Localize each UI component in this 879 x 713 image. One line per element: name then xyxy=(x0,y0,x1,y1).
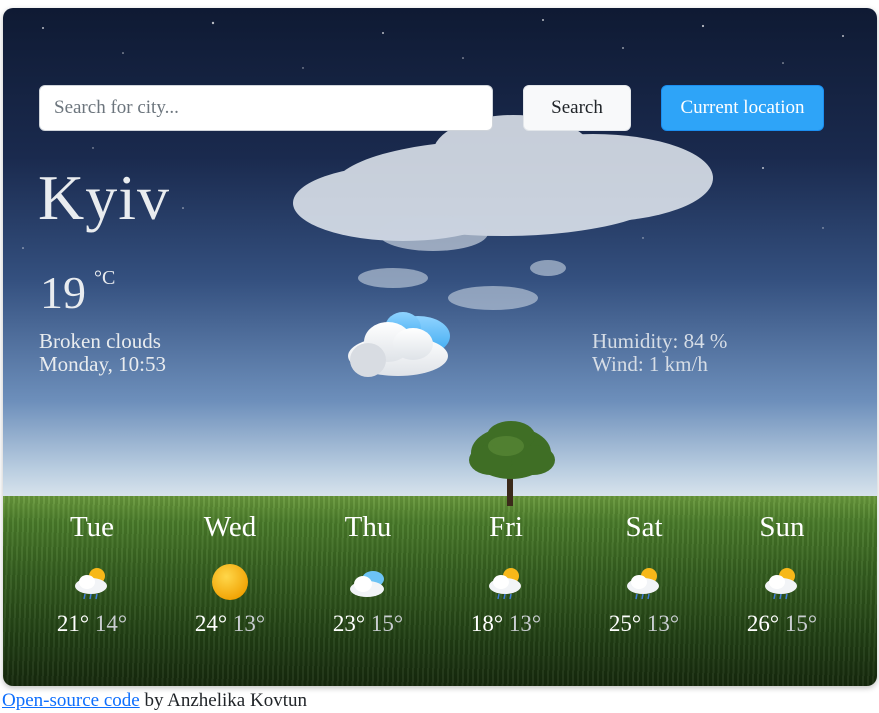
forecast-day: Wed 24° 13° xyxy=(161,510,299,660)
forecast-day-name: Fri xyxy=(489,511,523,543)
weather-description: Broken clouds xyxy=(39,329,161,353)
cloud-icon xyxy=(350,571,384,597)
forecast-min-temp: 13° xyxy=(508,611,542,636)
forecast-day: Sun 26° 15° xyxy=(713,510,851,660)
sun-rain-cloud-icon xyxy=(489,568,521,600)
author-credit: by Anzhelika Kovtun xyxy=(144,690,307,711)
forecast-day-name: Thu xyxy=(344,511,392,543)
forecast-day: Thu 23° 15° xyxy=(299,510,437,660)
forecast-min-temp: 15° xyxy=(784,611,818,636)
forecast-day-name: Sat xyxy=(625,511,663,543)
current-temperature: 19 xyxy=(40,267,86,318)
broken-clouds-icon xyxy=(348,312,450,377)
forecast-temps: 24° 13° xyxy=(161,610,299,638)
sun-rain-cloud-icon xyxy=(627,568,659,600)
open-source-code-link[interactable]: Open-source code xyxy=(2,690,140,711)
forecast-max-temp: 24° xyxy=(194,611,228,636)
forecast-max-temp: 18° xyxy=(470,611,504,636)
weather-summary: Broken clouds Monday, 10:53 xyxy=(39,330,166,376)
sun-rain-cloud-icon xyxy=(75,568,107,600)
forecast-min-temp: 13° xyxy=(232,611,266,636)
city-search-input[interactable] xyxy=(39,85,493,131)
forecast-day-name: Wed xyxy=(203,511,257,543)
forecast-temps: 21° 14° xyxy=(23,610,161,638)
forecast-row: Tue 21° 14° Wed 24° 13° Thu 23° 15° Fri … xyxy=(23,510,863,660)
forecast-max-temp: 25° xyxy=(608,611,642,636)
weather-card: Search Current location Kyiv 19 °C Broke… xyxy=(3,8,877,686)
city-name: Kyiv xyxy=(38,162,170,233)
tree-illustration xyxy=(469,421,555,506)
forecast-day-name: Sun xyxy=(759,511,805,543)
sun-rain-cloud-icon xyxy=(765,568,797,600)
search-button[interactable]: Search xyxy=(523,85,631,131)
forecast-max-temp: 21° xyxy=(56,611,90,636)
forecast-temps: 18° 13° xyxy=(437,610,575,638)
footer: Open-source code by Anzhelika Kovtun xyxy=(2,690,307,712)
forecast-temps: 25° 13° xyxy=(575,610,713,638)
sun-icon xyxy=(212,564,248,600)
forecast-min-temp: 15° xyxy=(370,611,404,636)
forecast-temps: 23° 15° xyxy=(299,610,437,638)
forecast-temps: 26° 15° xyxy=(713,610,851,638)
temperature-unit-toggle[interactable]: °C xyxy=(94,268,115,288)
forecast-day: Tue 21° 14° xyxy=(23,510,161,660)
current-location-button[interactable]: Current location xyxy=(661,85,824,131)
forecast-day: Sat 25° 13° xyxy=(575,510,713,660)
forecast-max-temp: 23° xyxy=(332,611,366,636)
forecast-day-name: Tue xyxy=(69,511,115,543)
forecast-min-temp: 14° xyxy=(94,611,128,636)
humidity-value: Humidity: 84 % xyxy=(592,329,728,353)
forecast-max-temp: 26° xyxy=(746,611,780,636)
weather-details: Humidity: 84 % Wind: 1 km/h xyxy=(592,330,727,376)
forecast-day: Fri 18° 13° xyxy=(437,510,575,660)
date-time: Monday, 10:53 xyxy=(39,352,166,376)
forecast-min-temp: 13° xyxy=(646,611,680,636)
wind-value: Wind: 1 km/h xyxy=(592,352,708,376)
background-cloud xyxy=(293,115,713,310)
